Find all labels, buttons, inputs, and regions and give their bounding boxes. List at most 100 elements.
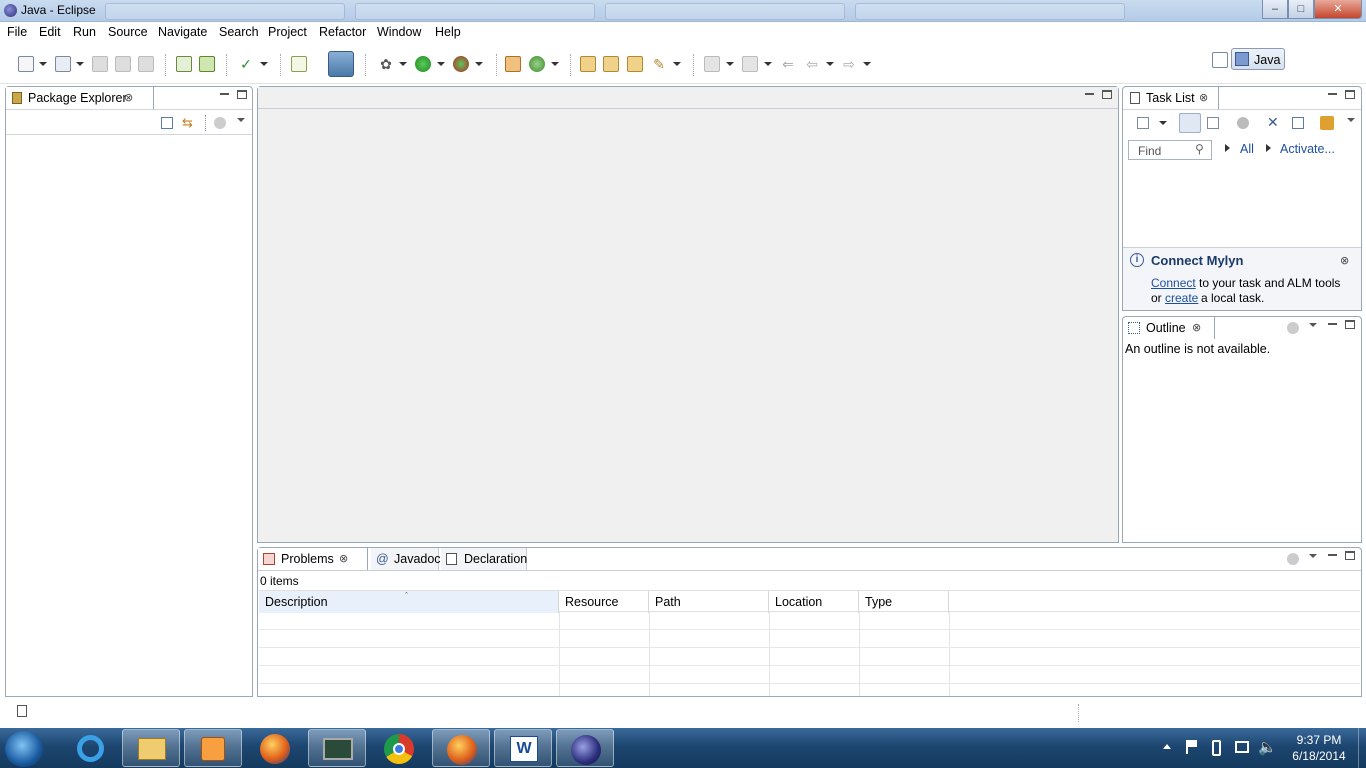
maximize-icon[interactable] <box>237 90 247 99</box>
minimize-icon[interactable]: – <box>1262 0 1288 19</box>
clock[interactable]: 9:37 PM 6/18/2014 <box>1284 732 1354 766</box>
menu-source[interactable]: Source <box>108 25 148 39</box>
chevron-down-icon[interactable] <box>475 62 483 66</box>
maximize-icon[interactable] <box>1345 551 1355 560</box>
collapse-all-icon[interactable] <box>1292 117 1304 129</box>
tab-javadoc[interactable]: @ Javadoc <box>371 548 441 570</box>
close-icon[interactable]: ⊗ <box>339 548 348 570</box>
next-annotation-icon[interactable] <box>704 56 720 72</box>
scheduled-icon[interactable] <box>1207 117 1219 129</box>
chevron-down-icon[interactable] <box>260 62 268 66</box>
run-icon[interactable] <box>415 56 431 72</box>
view-menu-icon[interactable] <box>1287 553 1299 565</box>
system-monitor-icon[interactable] <box>308 729 366 767</box>
word-icon[interactable]: W <box>494 729 552 767</box>
connect-link[interactable]: Connect <box>1151 276 1196 290</box>
chevron-down-icon[interactable] <box>764 62 772 66</box>
external-tools-icon[interactable] <box>453 56 469 72</box>
column-resource[interactable]: Resource <box>559 591 649 613</box>
find-input[interactable]: Find ⚲ <box>1128 140 1212 160</box>
close-icon[interactable]: ✕ <box>1314 0 1362 19</box>
chevron-down-icon[interactable] <box>1309 323 1317 327</box>
tab-declaration[interactable]: Declaration <box>441 548 527 570</box>
menu-file[interactable]: File <box>7 25 27 39</box>
new-class-icon[interactable] <box>529 56 545 72</box>
minimize-icon[interactable] <box>1328 323 1337 325</box>
menu-help[interactable]: Help <box>435 25 461 39</box>
download-icon[interactable] <box>176 56 192 72</box>
maximize-icon[interactable] <box>1345 90 1355 99</box>
chevron-down-icon[interactable] <box>76 62 84 66</box>
minimize-icon[interactable] <box>1328 93 1337 95</box>
activate-task-link[interactable]: Activate... <box>1280 142 1335 156</box>
minimize-icon[interactable] <box>1085 93 1094 95</box>
chevron-down-icon[interactable] <box>726 62 734 66</box>
save-all-icon[interactable] <box>115 56 131 72</box>
network-icon[interactable] <box>1235 741 1249 753</box>
checkbox-icon[interactable]: ✓ <box>238 56 254 72</box>
maximize-icon[interactable]: □ <box>1288 0 1314 19</box>
show-hidden-icons-icon[interactable] <box>1163 744 1171 749</box>
save-icon[interactable] <box>92 56 108 72</box>
maximize-icon[interactable] <box>1345 320 1355 329</box>
previous-annotation-icon[interactable] <box>742 56 758 72</box>
new-android-file-icon[interactable] <box>291 56 307 72</box>
minimize-icon[interactable] <box>1328 554 1337 556</box>
chevron-down-icon[interactable] <box>863 62 871 66</box>
internet-explorer-icon[interactable] <box>62 729 120 767</box>
last-edit-icon[interactable]: ⇐ <box>780 56 796 72</box>
action-center-flag-icon[interactable] <box>1186 740 1198 754</box>
new-package-icon[interactable] <box>505 56 521 72</box>
synchronize-icon[interactable] <box>1320 116 1334 130</box>
view-menu-icon[interactable] <box>214 117 226 129</box>
open-folder-icon[interactable] <box>627 56 643 72</box>
menu-run[interactable]: Run <box>73 25 96 39</box>
debug-icon[interactable]: ✿ <box>378 56 394 72</box>
chevron-down-icon[interactable] <box>437 62 445 66</box>
tab-outline[interactable]: Outline ⊗ <box>1123 317 1215 339</box>
chevron-down-icon[interactable] <box>1347 118 1355 122</box>
print-icon[interactable] <box>138 56 154 72</box>
back-icon[interactable]: ⇦ <box>804 56 820 72</box>
show-desktop-button[interactable] <box>1358 728 1366 768</box>
new-icon[interactable] <box>18 56 34 72</box>
column-description[interactable]: Description ˆ <box>259 591 559 613</box>
fast-view-icon[interactable] <box>17 705 27 717</box>
volume-icon[interactable]: 🔈 <box>1258 738 1277 756</box>
menu-search[interactable]: Search <box>219 25 259 39</box>
chevron-down-icon[interactable] <box>1309 554 1317 558</box>
focus-icon[interactable] <box>1237 117 1249 129</box>
minimize-icon[interactable] <box>220 93 229 95</box>
editor-area[interactable] <box>257 86 1119 543</box>
close-icon[interactable]: ⊗ <box>124 87 133 109</box>
menu-edit[interactable]: Edit <box>39 25 61 39</box>
collapse-all-icon[interactable] <box>161 117 173 129</box>
maximize-icon[interactable] <box>1102 90 1112 99</box>
tab-package-explorer[interactable]: Package Explorer ⊗ <box>6 87 154 109</box>
android-sdk-icon[interactable] <box>199 56 215 72</box>
forward-icon[interactable]: ⇨ <box>841 56 857 72</box>
close-icon[interactable]: ⊗ <box>1199 87 1208 109</box>
link-with-editor-icon[interactable]: ⇆ <box>182 115 193 131</box>
search-icon[interactable]: ✎ <box>651 56 667 72</box>
device-icon[interactable] <box>328 51 354 77</box>
chevron-down-icon[interactable] <box>399 62 407 66</box>
open-task-icon[interactable] <box>603 56 619 72</box>
open-type-icon[interactable] <box>580 56 596 72</box>
chevron-down-icon[interactable] <box>826 62 834 66</box>
column-location[interactable]: Location <box>769 591 859 613</box>
categorized-icon[interactable] <box>1179 113 1201 133</box>
firefox-icon[interactable] <box>246 729 304 767</box>
tab-task-list[interactable]: Task List ⊗ <box>1123 87 1219 109</box>
create-link[interactable]: create <box>1165 291 1198 305</box>
close-icon[interactable]: ⊗ <box>1340 254 1349 267</box>
all-filter-link[interactable]: All <box>1240 142 1254 156</box>
battery-icon[interactable] <box>1212 740 1221 756</box>
perspective-java-button[interactable]: Java <box>1231 48 1285 70</box>
column-path[interactable]: Path <box>649 591 769 613</box>
new-task-icon[interactable] <box>1137 117 1149 129</box>
view-menu-icon[interactable] <box>1287 322 1299 334</box>
close-icon[interactable]: ⊗ <box>1192 317 1201 339</box>
tab-problems[interactable]: Problems ⊗ <box>258 548 368 570</box>
chevron-down-icon[interactable] <box>39 62 47 66</box>
